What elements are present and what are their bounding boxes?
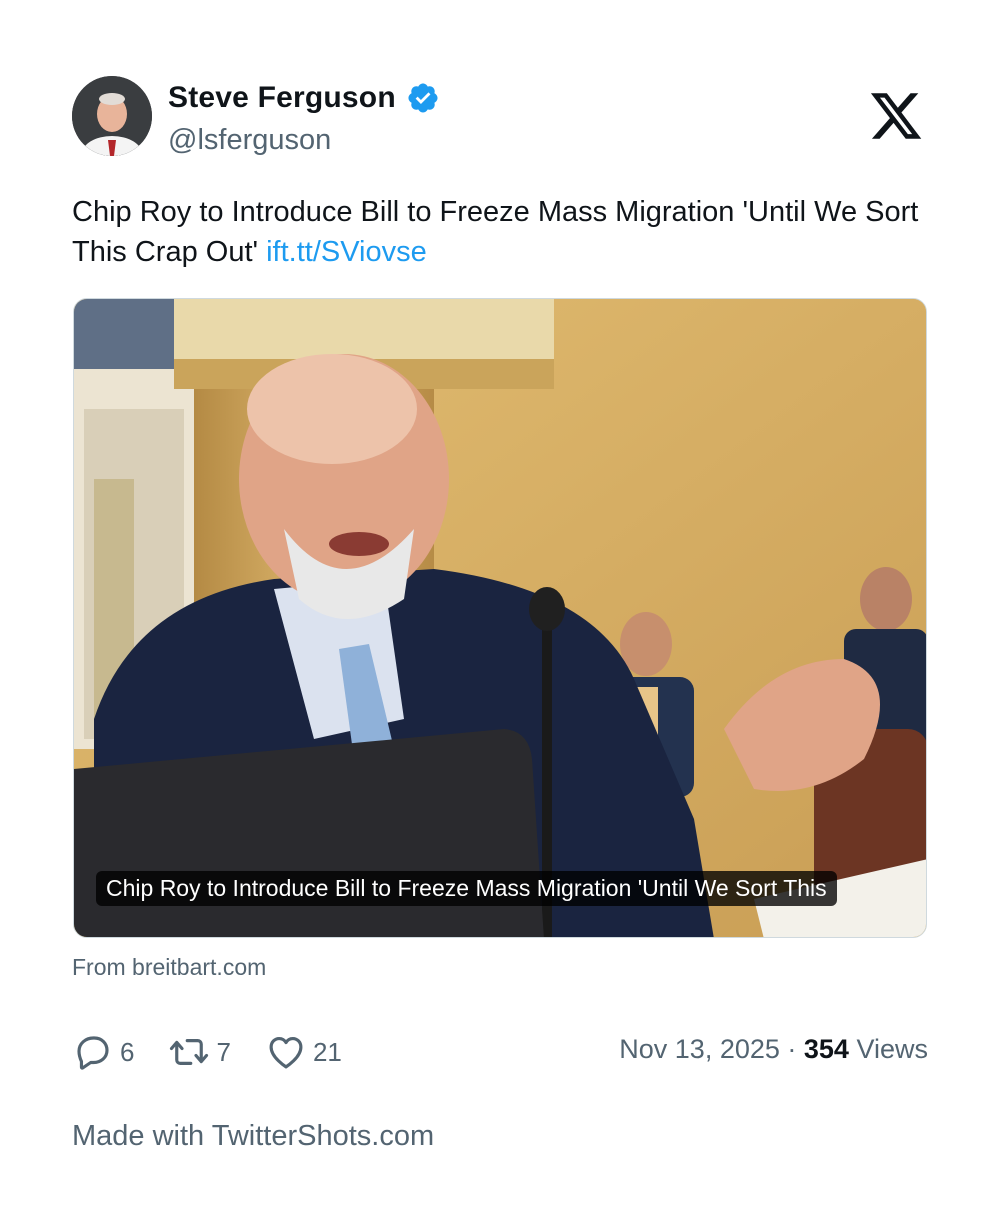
- reply-button[interactable]: 6: [72, 1031, 134, 1073]
- verified-badge-icon: [406, 81, 440, 115]
- meta-separator: ·: [779, 1034, 804, 1064]
- link-preview-card[interactable]: Chip Roy to Introduce Bill to Freeze Mas…: [73, 298, 927, 938]
- article-photo: [74, 299, 926, 937]
- tweet-body: Chip Roy to Introduce Bill to Freeze Mas…: [72, 196, 919, 268]
- author-name-row: Steve Ferguson: [168, 78, 440, 118]
- footer-credit[interactable]: Made with TwitterShots.com: [72, 1120, 434, 1153]
- avatar[interactable]: [72, 76, 152, 156]
- tweet-meta: Nov 13, 2025 · 354 Views: [619, 1034, 928, 1065]
- x-logo-icon[interactable]: [868, 88, 924, 144]
- retweet-icon: [170, 1039, 209, 1065]
- heart-icon: [269, 1036, 303, 1069]
- retweet-button[interactable]: 7: [168, 1031, 231, 1073]
- tweet-card: Steve Ferguson @lsferguson Chip Roy to I…: [0, 0, 996, 1228]
- link-preview-source[interactable]: From breitbart.com: [72, 954, 266, 981]
- reply-count: 6: [120, 1036, 135, 1067]
- tweet-text: Chip Roy to Introduce Bill to Freeze Mas…: [72, 192, 932, 272]
- like-count: 21: [312, 1036, 342, 1067]
- author-display-name[interactable]: Steve Ferguson: [168, 81, 396, 115]
- retweet-count: 7: [216, 1036, 231, 1067]
- tweet-actions: 6 7 21: [72, 1030, 376, 1074]
- views-label: Views: [848, 1034, 928, 1064]
- link-preview-title: Chip Roy to Introduce Bill to Freeze Mas…: [96, 871, 837, 906]
- tweet-link[interactable]: ift.tt/SViovse: [266, 236, 427, 268]
- author-handle[interactable]: @lsferguson: [168, 124, 331, 157]
- avatar-photo: [72, 76, 152, 156]
- tweet-date[interactable]: Nov 13, 2025: [619, 1034, 780, 1064]
- views-count: 354: [803, 1034, 849, 1064]
- like-button[interactable]: 21: [265, 1031, 342, 1073]
- reply-icon: [77, 1036, 109, 1070]
